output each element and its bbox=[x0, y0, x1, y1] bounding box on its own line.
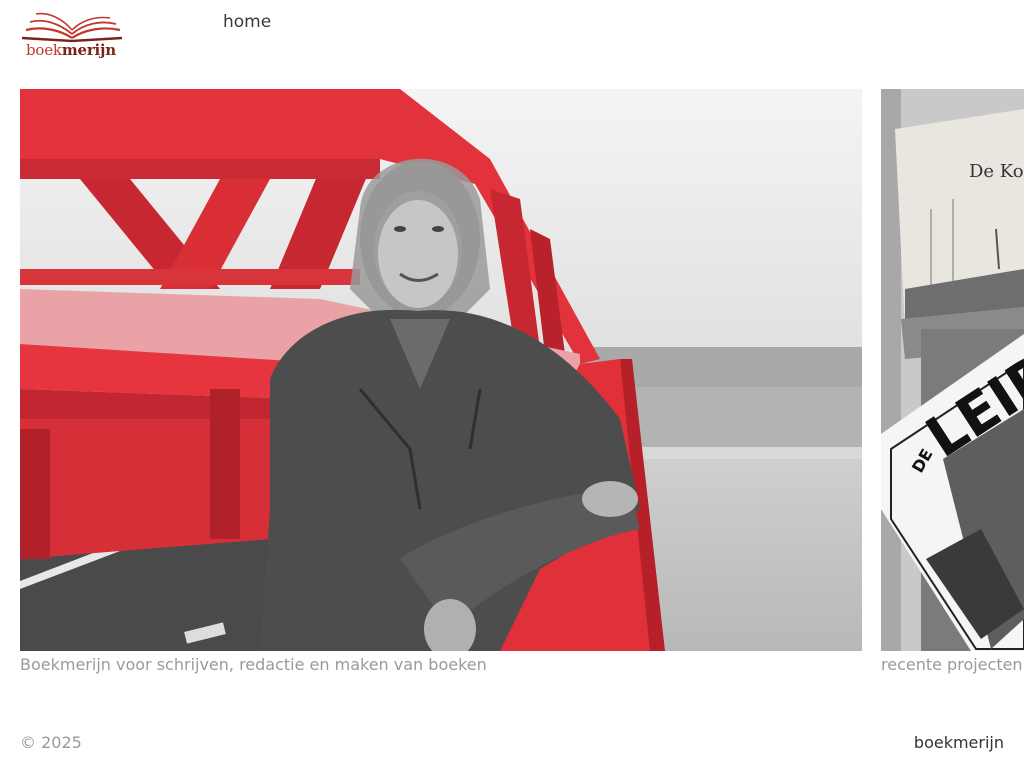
woman-on-red-bridge-photo bbox=[20, 89, 862, 651]
featured-card-caption[interactable]: Boekmerijn voor schrijven, redactie en m… bbox=[20, 655, 487, 674]
logo-wordmark: boekmerijn bbox=[26, 41, 116, 59]
logo-text-merijn: merijn bbox=[61, 41, 116, 59]
site-header: boekmerijn home bbox=[0, 0, 1024, 80]
site-logo[interactable]: boekmerijn bbox=[20, 8, 124, 62]
featured-card-image[interactable] bbox=[20, 89, 862, 651]
open-book-icon bbox=[21, 12, 123, 42]
footer-copyright: © 2025 bbox=[20, 733, 82, 752]
nav-home-link[interactable]: home bbox=[223, 12, 271, 32]
book-title-text: De Ko bbox=[969, 161, 1024, 182]
logo-text-boek: boek bbox=[26, 41, 62, 59]
projects-card-image[interactable]: De Ko DE LEID bbox=[881, 89, 1024, 651]
books-stack-photo: De Ko DE LEID bbox=[881, 89, 1024, 651]
projects-card-caption[interactable]: recente projecten bbox=[881, 655, 1023, 674]
footer-site-link[interactable]: boekmerijn bbox=[914, 733, 1004, 752]
